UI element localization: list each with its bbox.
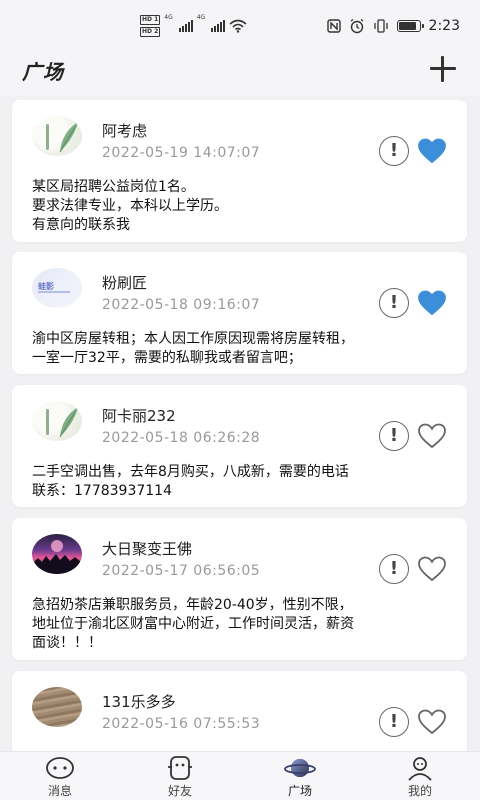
- avatar[interactable]: [32, 401, 82, 441]
- post-content: 某区局招聘公益岗位1名。 要求法律专业，本科以上学历。 有意向的联系我: [32, 179, 228, 233]
- post-author[interactable]: 大日聚变王佛: [102, 538, 192, 559]
- nav-tab-square[interactable]: 广场: [240, 752, 360, 800]
- sim2-badge: HD 2: [140, 27, 161, 37]
- avatar[interactable]: [32, 116, 82, 156]
- heart-icon[interactable]: [418, 709, 446, 735]
- nav-tab-profile[interactable]: 我的: [360, 752, 480, 800]
- post-card[interactable]: 阿卡丽232 2022-05-18 06:26:28 ! 二手空调出售，去年8月…: [12, 385, 467, 507]
- report-button[interactable]: !: [379, 707, 409, 737]
- post-content: 渝中区房屋转租；本人因工作原因现需将房屋转租， 一室一厅32平，需要的私聊我或者…: [32, 331, 354, 366]
- nav-tab-messages[interactable]: 消息: [0, 752, 120, 800]
- nav-label: 好友: [167, 784, 192, 798]
- status-bar: HD 1 HD 2 4G 4G 2:23: [0, 0, 480, 52]
- nfc-icon: [326, 19, 341, 33]
- signal-icon: [211, 20, 226, 32]
- app-header: 广场: [0, 52, 480, 96]
- post-card[interactable]: 大日聚变王佛 2022-05-17 06:56:05 ! 急招奶茶店兼职服务员，…: [12, 518, 467, 660]
- friends-icon: [168, 756, 192, 780]
- post-author[interactable]: 粉刷匠: [102, 272, 147, 293]
- post-author[interactable]: 阿考虑: [102, 120, 147, 141]
- message-icon: [46, 757, 74, 779]
- signal-icon: [178, 20, 193, 32]
- avatar[interactable]: [32, 687, 82, 727]
- post-author[interactable]: 131乐多多: [102, 691, 176, 712]
- battery-icon: [396, 20, 424, 32]
- post-card[interactable]: 蛙影 粉刷匠 2022-05-18 09:16:07 ! 渝中区房屋转租；本人因…: [12, 252, 467, 374]
- nav-tab-friends[interactable]: 好友: [120, 752, 240, 800]
- post-time: 2022-05-17 06:56:05: [102, 563, 261, 579]
- nav-label: 我的: [407, 784, 432, 798]
- post-author[interactable]: 阿卡丽232: [102, 405, 176, 426]
- vibrate-icon: [373, 19, 388, 33]
- wifi-icon: [229, 19, 247, 33]
- post-time: 2022-05-18 09:16:07: [102, 297, 261, 313]
- network-indicators: HD 1 HD 2 4G 4G: [140, 14, 247, 38]
- page-title: 广场: [22, 60, 64, 84]
- bottom-nav: 消息 好友 广场 我的: [0, 751, 480, 800]
- heart-icon[interactable]: [418, 556, 446, 582]
- heart-icon[interactable]: [418, 423, 446, 449]
- post-content: 急招奶茶店兼职服务员，年龄20-40岁，性别不限， 地址位于渝北区财富中心附近，…: [32, 597, 354, 651]
- planet-icon: [284, 759, 316, 777]
- post-time: 2022-05-19 14:07:07: [102, 145, 261, 161]
- sim1-badge: HD 1: [140, 15, 161, 25]
- report-button[interactable]: !: [379, 136, 409, 166]
- post-card[interactable]: 131乐多多 2022-05-16 07:55:53 !: [12, 671, 467, 751]
- network-type-1: 4G: [164, 14, 173, 21]
- network-type-2: 4G: [196, 14, 206, 21]
- post-content: 二手空调出售，去年8月购买，八成新，需要的电话 联系：17783937114: [32, 464, 349, 499]
- clock: 2:23: [428, 18, 460, 34]
- post-card[interactable]: 阿考虑 2022-05-19 14:07:07 ! 某区局招聘公益岗位1名。 要…: [12, 100, 467, 242]
- nav-label: 消息: [47, 784, 72, 798]
- post-feed[interactable]: 阿考虑 2022-05-19 14:07:07 ! 某区局招聘公益岗位1名。 要…: [0, 96, 480, 751]
- add-post-button[interactable]: [428, 54, 458, 84]
- post-time: 2022-05-16 07:55:53: [102, 716, 261, 732]
- alarm-icon: [350, 18, 363, 34]
- avatar[interactable]: [32, 534, 82, 574]
- post-time: 2022-05-18 06:26:28: [102, 430, 261, 446]
- heart-icon[interactable]: [418, 290, 446, 316]
- report-button[interactable]: !: [379, 421, 409, 451]
- profile-icon: [408, 757, 432, 781]
- report-button[interactable]: !: [379, 554, 409, 584]
- avatar[interactable]: 蛙影: [32, 268, 82, 308]
- report-button[interactable]: !: [379, 288, 409, 318]
- nav-label: 广场: [287, 784, 312, 798]
- heart-icon[interactable]: [418, 138, 446, 164]
